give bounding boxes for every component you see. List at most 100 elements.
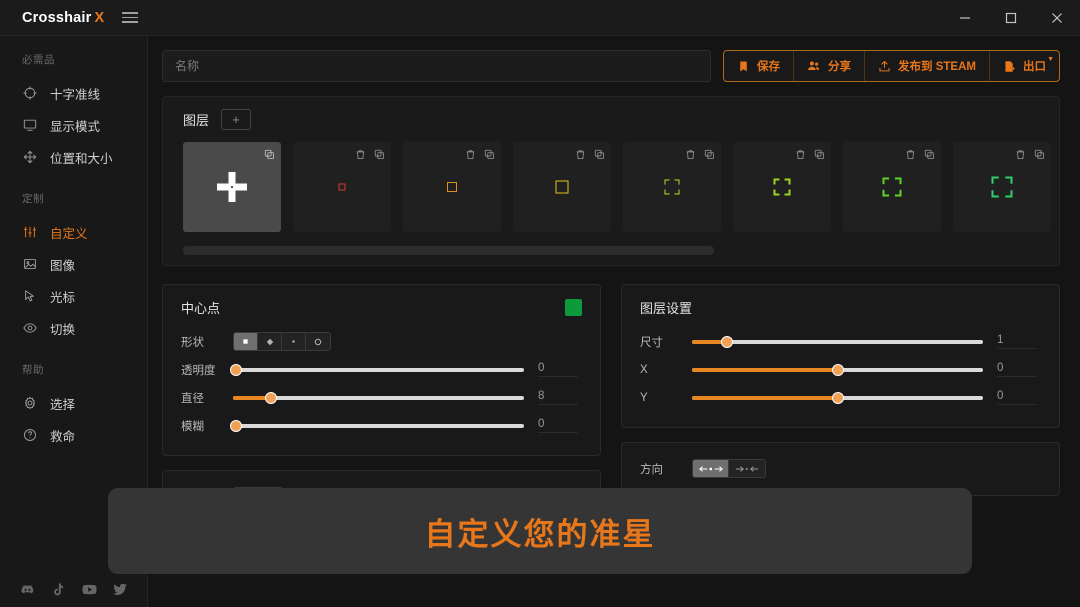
layer-thumbnail[interactable] [183, 142, 281, 232]
layer-thumbnail-strip[interactable] [183, 142, 1059, 232]
layers-header: 图层 + [183, 109, 1059, 130]
center-dot-slider[interactable] [233, 385, 524, 410]
tiktok-icon[interactable] [51, 582, 66, 597]
center-dot-shape-dot[interactable] [282, 333, 306, 350]
trash-icon[interactable] [465, 147, 476, 158]
center-dot-shape-row: 形状 [181, 329, 578, 354]
youtube-icon[interactable] [82, 582, 97, 597]
preset-name-input[interactable] [162, 50, 711, 82]
layer-preview [432, 167, 472, 207]
save-button[interactable]: 保存 [724, 51, 794, 81]
trash-icon[interactable] [355, 147, 366, 158]
layer-settings-label: Y [640, 392, 692, 404]
minimize-button[interactable] [942, 0, 988, 36]
share-button[interactable]: 分享 [794, 51, 865, 81]
slider-knob[interactable] [230, 420, 242, 432]
copy-icon[interactable] [264, 147, 275, 158]
slider-knob[interactable] [230, 364, 242, 376]
center-dot-shape-selector[interactable] [233, 332, 331, 351]
center-dot-shape-square[interactable] [234, 333, 258, 350]
sidebar-item-crosshair[interactable]: 十字准线 [0, 77, 147, 109]
move-icon [22, 149, 38, 165]
slider-knob[interactable] [721, 336, 733, 348]
sidebar-item-cursor[interactable]: 光标 [0, 280, 147, 312]
trash-icon[interactable] [575, 147, 586, 158]
trash-icon[interactable] [795, 147, 806, 158]
center-dot-row: 模糊0 [181, 413, 578, 438]
sidebar-item-help[interactable]: 救命 [0, 419, 147, 451]
layer-thumbnail[interactable] [733, 142, 831, 232]
slider-fill [692, 368, 838, 372]
sidebar-item-label: 十字准线 [50, 84, 100, 103]
twitter-icon[interactable] [113, 582, 128, 597]
action-button-group: 保存 分享 发布到 STEAM [723, 50, 1060, 82]
slider-knob[interactable] [832, 364, 844, 376]
layer-settings-sliders: 尺寸1X0Y0 [640, 329, 1037, 410]
monitor-icon [22, 117, 38, 133]
sidebar-item-customize[interactable]: 自定义 [0, 216, 147, 248]
center-dot-value: 8 [538, 390, 578, 405]
center-dot-shape-diamond[interactable] [258, 333, 282, 350]
trash-icon[interactable] [685, 147, 696, 158]
layers-scrollbar[interactable] [183, 246, 1039, 255]
layer-preview [762, 167, 802, 207]
layer-thumbnail[interactable] [843, 142, 941, 232]
copy-icon[interactable] [924, 147, 935, 158]
center-dot-value: 0 [538, 362, 578, 377]
layer-thumbnail[interactable] [953, 142, 1051, 232]
center-dot-color-swatch[interactable] [565, 299, 582, 316]
sidebar-item-display-mode[interactable]: 显示模式 [0, 109, 147, 141]
layer-tile-actions [1015, 147, 1045, 158]
sidebar-item-label: 切换 [50, 319, 75, 338]
layer-settings-value: 1 [997, 334, 1037, 349]
sidebar-item-image[interactable]: 图像 [0, 248, 147, 280]
direction-option-outward[interactable] [693, 460, 729, 477]
slider-knob[interactable] [265, 392, 277, 404]
sidebar-gap [0, 344, 147, 362]
layer-settings-slider[interactable] [692, 329, 983, 354]
sidebar-section-customize-label: 定制 [0, 191, 147, 206]
copy-icon[interactable] [704, 147, 715, 158]
copy-icon[interactable] [1034, 147, 1045, 158]
center-dot-slider[interactable] [233, 413, 524, 438]
title-bar: CrosshairX [0, 0, 1080, 36]
layer-settings-row: X0 [640, 357, 1037, 382]
sidebar-item-toggle[interactable]: 切换 [0, 312, 147, 344]
close-button[interactable] [1034, 0, 1080, 36]
copy-icon[interactable] [814, 147, 825, 158]
layer-settings-label: 尺寸 [640, 334, 692, 350]
center-dot-label: 直径 [181, 390, 233, 406]
direction-selector[interactable] [692, 459, 766, 478]
publish-steam-button[interactable]: 发布到 STEAM [865, 51, 990, 81]
slider-knob[interactable] [832, 392, 844, 404]
center-dot-shape-circle[interactable] [306, 333, 330, 350]
add-layer-button[interactable]: + [221, 109, 251, 130]
toast-message: 自定义您的准星 [108, 488, 972, 574]
layer-thumbnail[interactable] [513, 142, 611, 232]
center-dot-row: 透明度0 [181, 357, 578, 382]
trash-icon[interactable] [1015, 147, 1026, 158]
layers-scrollbar-thumb[interactable] [183, 246, 714, 255]
copy-icon[interactable] [594, 147, 605, 158]
layer-thumbnail[interactable] [623, 142, 721, 232]
hamburger-icon[interactable] [122, 7, 144, 29]
direction-option-inward[interactable] [729, 460, 765, 477]
layer-settings-slider[interactable] [692, 385, 983, 410]
trash-icon[interactable] [905, 147, 916, 158]
layer-tile-actions [685, 147, 715, 158]
layer-settings-slider[interactable] [692, 357, 983, 382]
export-button[interactable]: 出口 ▼ [990, 51, 1059, 81]
discord-icon[interactable] [20, 582, 35, 597]
sidebar-item-label: 显示模式 [50, 116, 100, 135]
maximize-button[interactable] [988, 0, 1034, 36]
sidebar-item-label: 光标 [50, 287, 75, 306]
layer-thumbnail[interactable] [293, 142, 391, 232]
sidebar-item-settings[interactable]: 选择 [0, 387, 147, 419]
center-dot-slider[interactable] [233, 357, 524, 382]
sidebar-item-position-size[interactable]: 位置和大小 [0, 141, 147, 173]
layer-thumbnail[interactable] [403, 142, 501, 232]
copy-icon[interactable] [374, 147, 385, 158]
export-icon [1003, 60, 1016, 73]
copy-icon[interactable] [484, 147, 495, 158]
layer-settings-panel: 图层设置 尺寸1X0Y0 [621, 284, 1060, 428]
